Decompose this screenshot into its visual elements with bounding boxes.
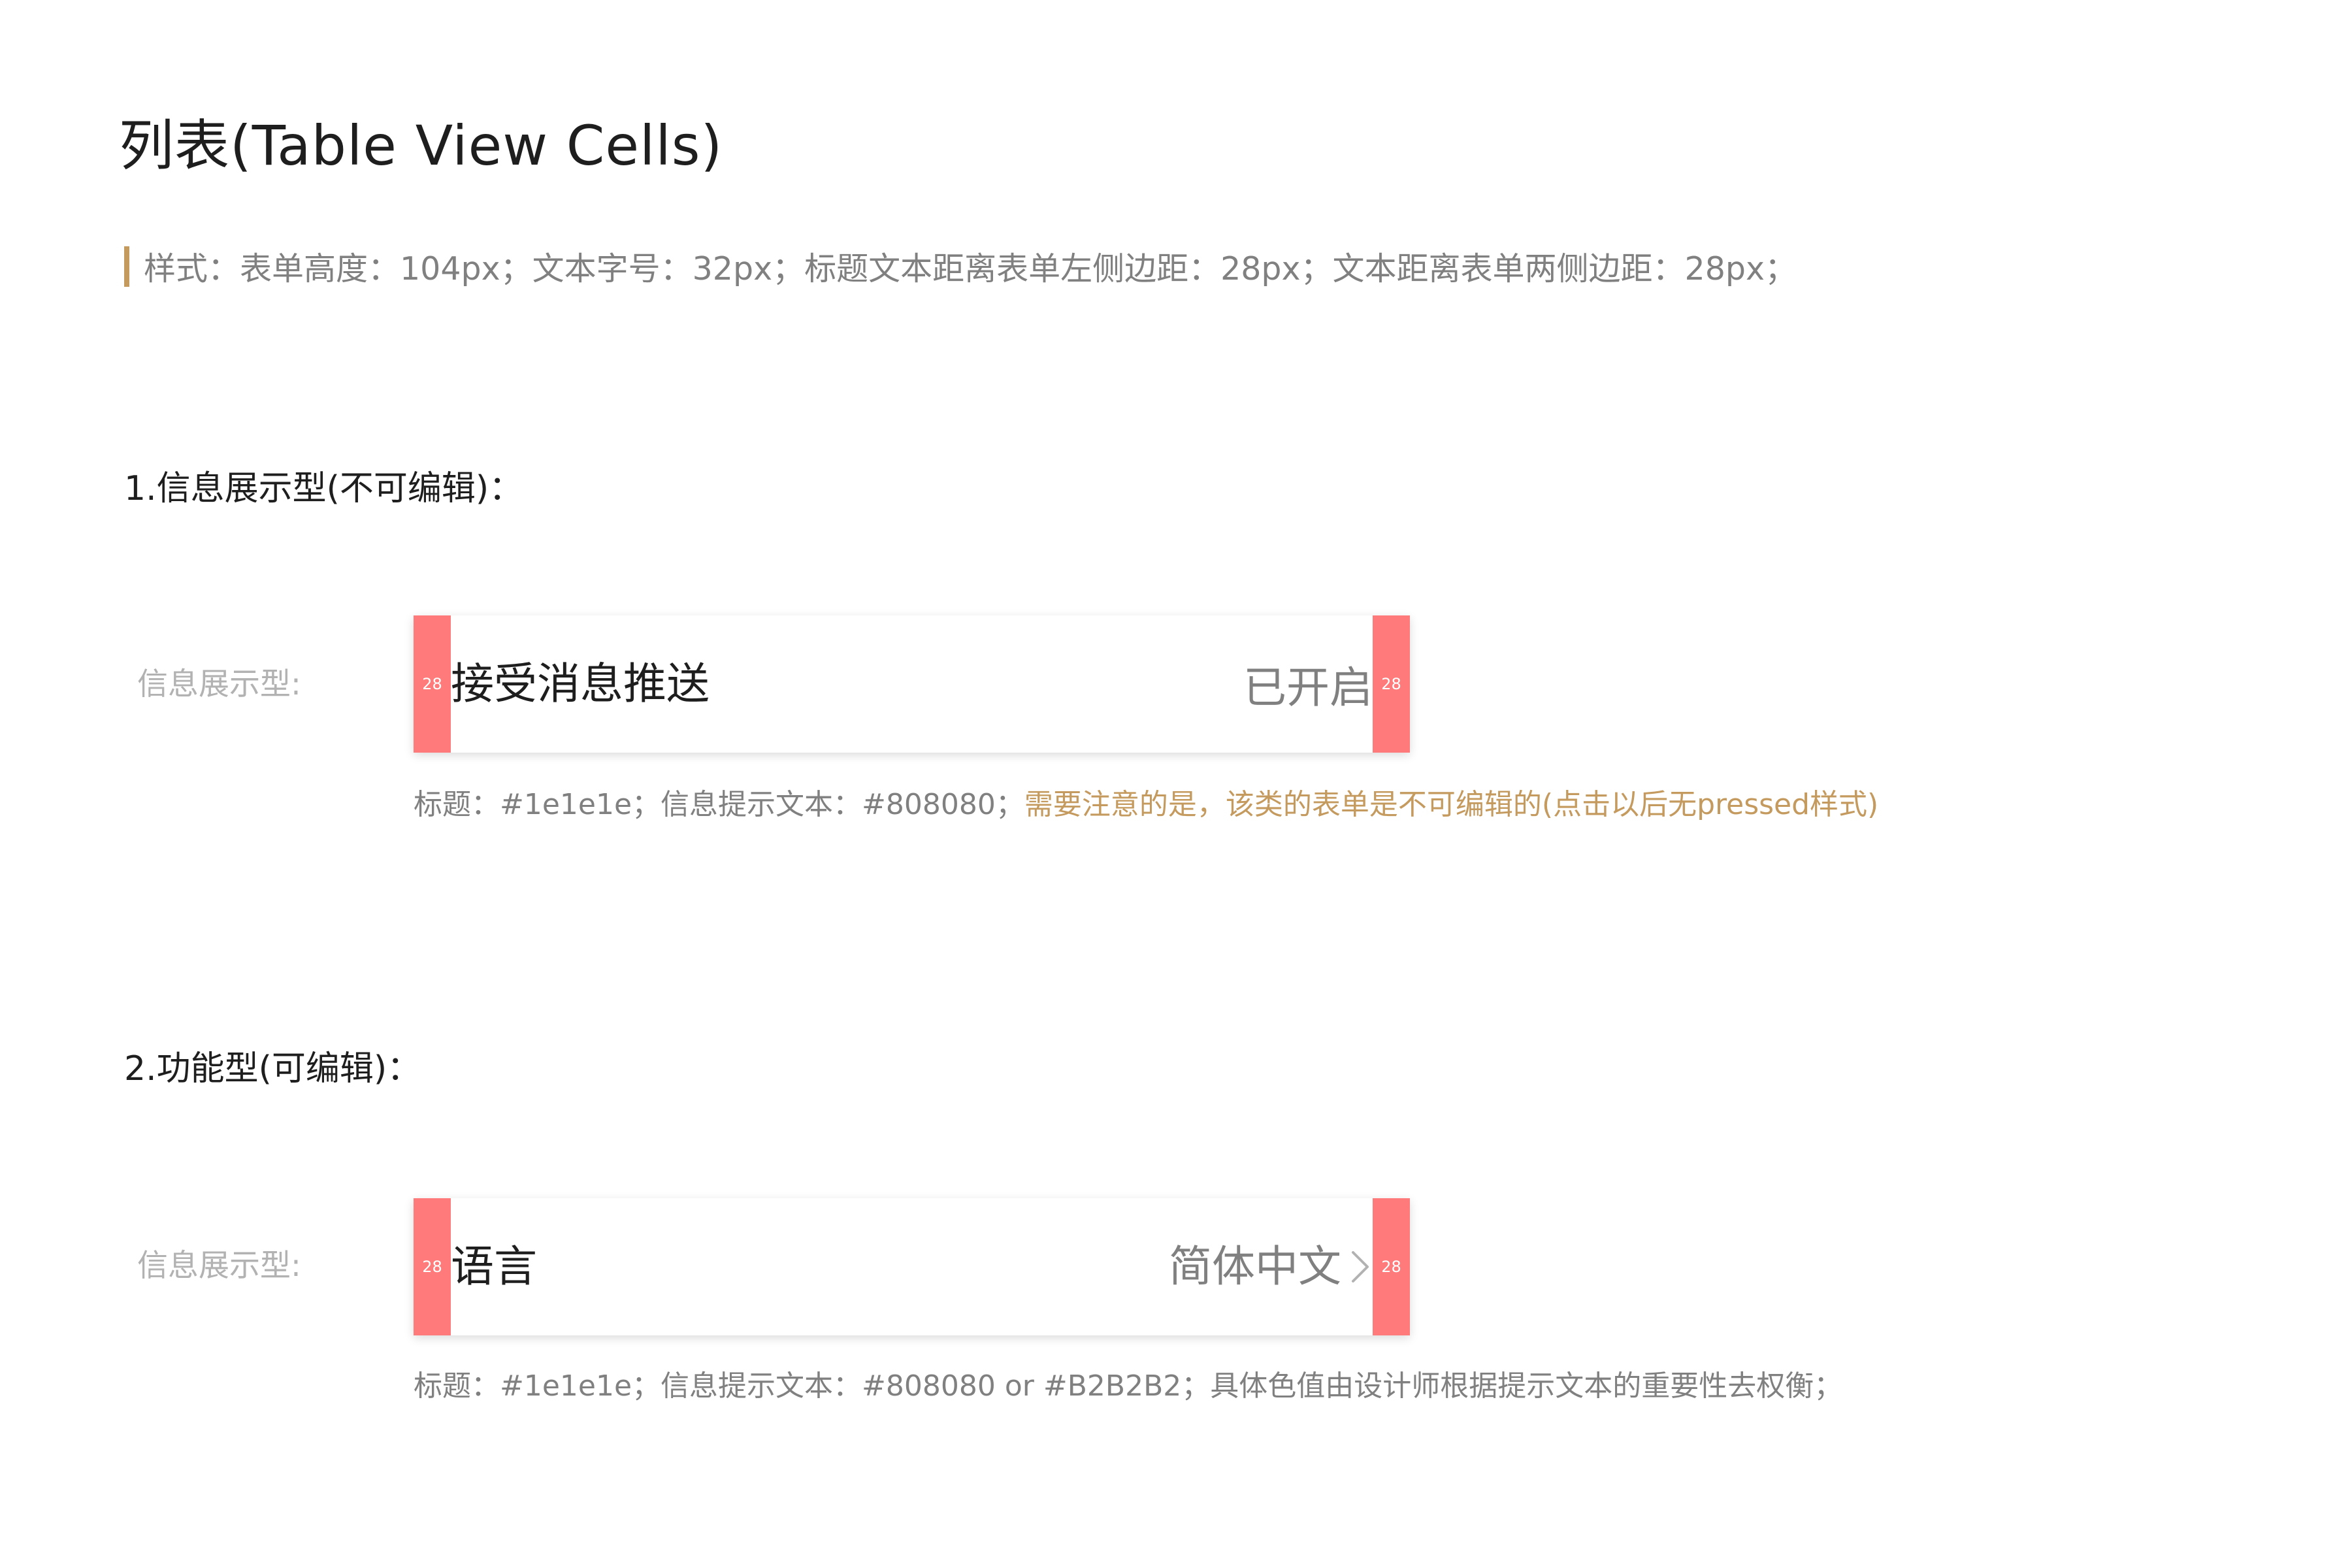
- cell-value-text: 已开启: [1243, 662, 1373, 713]
- table-view-cell-push-notifications: 28 接受消息推送 已开启 28: [414, 615, 1410, 753]
- spec-page: 列表(Table View Cells) 样式：表单高度：104px；文本字号：…: [0, 0, 2352, 1568]
- accent-bar: [124, 246, 129, 287]
- cell-note: 标题：#1e1e1e；信息提示文本：#808080；需要注意的是，该类的表单是不…: [414, 781, 1878, 823]
- table-view-cell-language[interactable]: 28 语言 简体中文 28: [414, 1198, 1410, 1335]
- spec-text: 样式：表单高度：104px；文本字号：32px；标题文本距离表单左侧边距：28p…: [144, 250, 1797, 287]
- right-padding-marker: 28: [1373, 615, 1410, 753]
- cell-title: 语言: [451, 1241, 537, 1292]
- left-padding-marker: 28: [414, 1198, 451, 1335]
- row-label: 信息展示型:: [137, 1248, 301, 1284]
- section-heading-functional: 2.功能型(可编辑)：: [124, 1049, 421, 1088]
- note-text: 标题：#1e1e1e；信息提示文本：#808080；: [414, 788, 1024, 821]
- right-padding-marker: 28: [1373, 1198, 1410, 1335]
- row-label: 信息展示型:: [137, 666, 301, 702]
- cell-value: 简体中文: [1169, 1198, 1373, 1335]
- note-text: 标题：#1e1e1e；信息提示文本：#808080 or #B2B2B2；具体色…: [414, 1369, 1843, 1403]
- cell-title: 接受消息推送: [451, 659, 710, 709]
- left-padding-marker: 28: [414, 615, 451, 753]
- cell-value-text: 简体中文: [1169, 1241, 1341, 1292]
- note-warning: 需要注意的是，该类的表单是不可编辑的(点击以后无pressed样式): [1024, 788, 1879, 821]
- section-heading-info-display: 1.信息展示型(不可编辑)：: [124, 469, 523, 508]
- cell-note: 标题：#1e1e1e；信息提示文本：#808080 or #B2B2B2；具体色…: [414, 1362, 1842, 1404]
- page-title: 列表(Table View Cells): [119, 114, 723, 178]
- cell-value: 已开启: [1243, 619, 1373, 757]
- spec-description: 样式：表单高度：104px；文本字号：32px；标题文本距离表单左侧边距：28p…: [124, 243, 1797, 289]
- chevron-right-icon: [1352, 1251, 1369, 1282]
